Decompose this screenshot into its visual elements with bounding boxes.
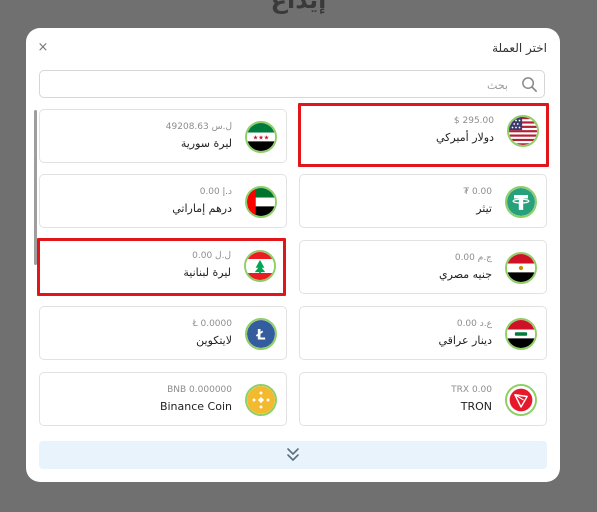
currency-balance: 0.00 ل.ل [192, 251, 231, 261]
litecoin-icon: Ł [245, 318, 277, 350]
currency-picker-modal: اختر العملة × بحث $ 295.00 دولار أميركي … [26, 28, 560, 482]
close-icon: × [37, 40, 49, 55]
search-icon [522, 77, 537, 92]
currency-name: لايتكوين [196, 334, 232, 347]
tether-icon [505, 186, 537, 218]
currency-card-lbp[interactable]: 0.00 ل.ل ليرة لبنانية [37, 238, 286, 296]
currency-name: TRON [460, 400, 492, 413]
close-button[interactable]: × [36, 41, 50, 55]
double-chevron-down-icon [287, 448, 299, 461]
svg-text:★★★: ★★★ [253, 135, 270, 142]
currency-card-usdt[interactable]: ₮ 0.00 تيثر [299, 174, 547, 228]
flag-iraq-icon [505, 318, 537, 350]
flag-lebanon-icon [244, 250, 276, 282]
bnb-icon [245, 384, 277, 416]
currency-name: درهم إماراتي [172, 202, 232, 215]
page-title: إيداع [270, 0, 327, 14]
currency-balance: $ 295.00 [453, 116, 494, 126]
flag-syria-icon: ★★★ [245, 121, 277, 153]
currency-card-usd[interactable]: $ 295.00 دولار أميركي [298, 103, 549, 167]
flag-egypt-icon [505, 252, 537, 284]
currency-name: دولار أميركي [435, 131, 494, 144]
currency-card-trx[interactable]: TRX 0.00 TRON [299, 372, 547, 426]
search-input[interactable] [46, 74, 510, 96]
currency-name: ليرة سورية [180, 137, 232, 150]
svg-text:Ł: Ł [256, 327, 266, 343]
modal-title: اختر العملة [492, 41, 547, 55]
currency-balance: 49208.63 ل.س [165, 122, 232, 132]
currency-balance: 0.00 ج.م [454, 253, 492, 263]
search-box [39, 70, 545, 98]
currency-card-ltc[interactable]: Ł Ł 0.0000 لايتكوين [39, 306, 287, 360]
currency-name: جنيه مصري [439, 268, 492, 281]
currency-name: Binance Coin [159, 400, 232, 413]
currency-balance: BNB 0.000000 [167, 385, 232, 395]
currency-balance: TRX 0.00 [451, 385, 492, 395]
currency-name: دينار عراقي [438, 334, 492, 347]
currency-balance: ₮ 0.00 [463, 187, 492, 197]
currency-card-egp[interactable]: 0.00 ج.م جنيه مصري [299, 240, 547, 294]
flag-usa-icon [507, 115, 539, 147]
currency-balance: Ł 0.0000 [192, 319, 232, 329]
currency-balance: 0.00 ع.د [456, 319, 492, 329]
currency-card-iqd[interactable]: 0.00 ع.د دينار عراقي [299, 306, 547, 360]
currency-balance: 0.00 د.إ [199, 187, 232, 197]
show-more-button[interactable] [39, 441, 547, 469]
tron-icon [505, 384, 537, 416]
flag-uae-icon [245, 186, 277, 218]
currency-card-syp[interactable]: ★★★ 49208.63 ل.س ليرة سورية [39, 109, 287, 163]
currency-name: ليرة لبنانية [183, 266, 231, 279]
currency-card-aed[interactable]: 0.00 د.إ درهم إماراتي [39, 174, 287, 228]
currency-card-bnb[interactable]: BNB 0.000000 Binance Coin [39, 372, 287, 426]
currency-name: تيثر [476, 202, 492, 215]
